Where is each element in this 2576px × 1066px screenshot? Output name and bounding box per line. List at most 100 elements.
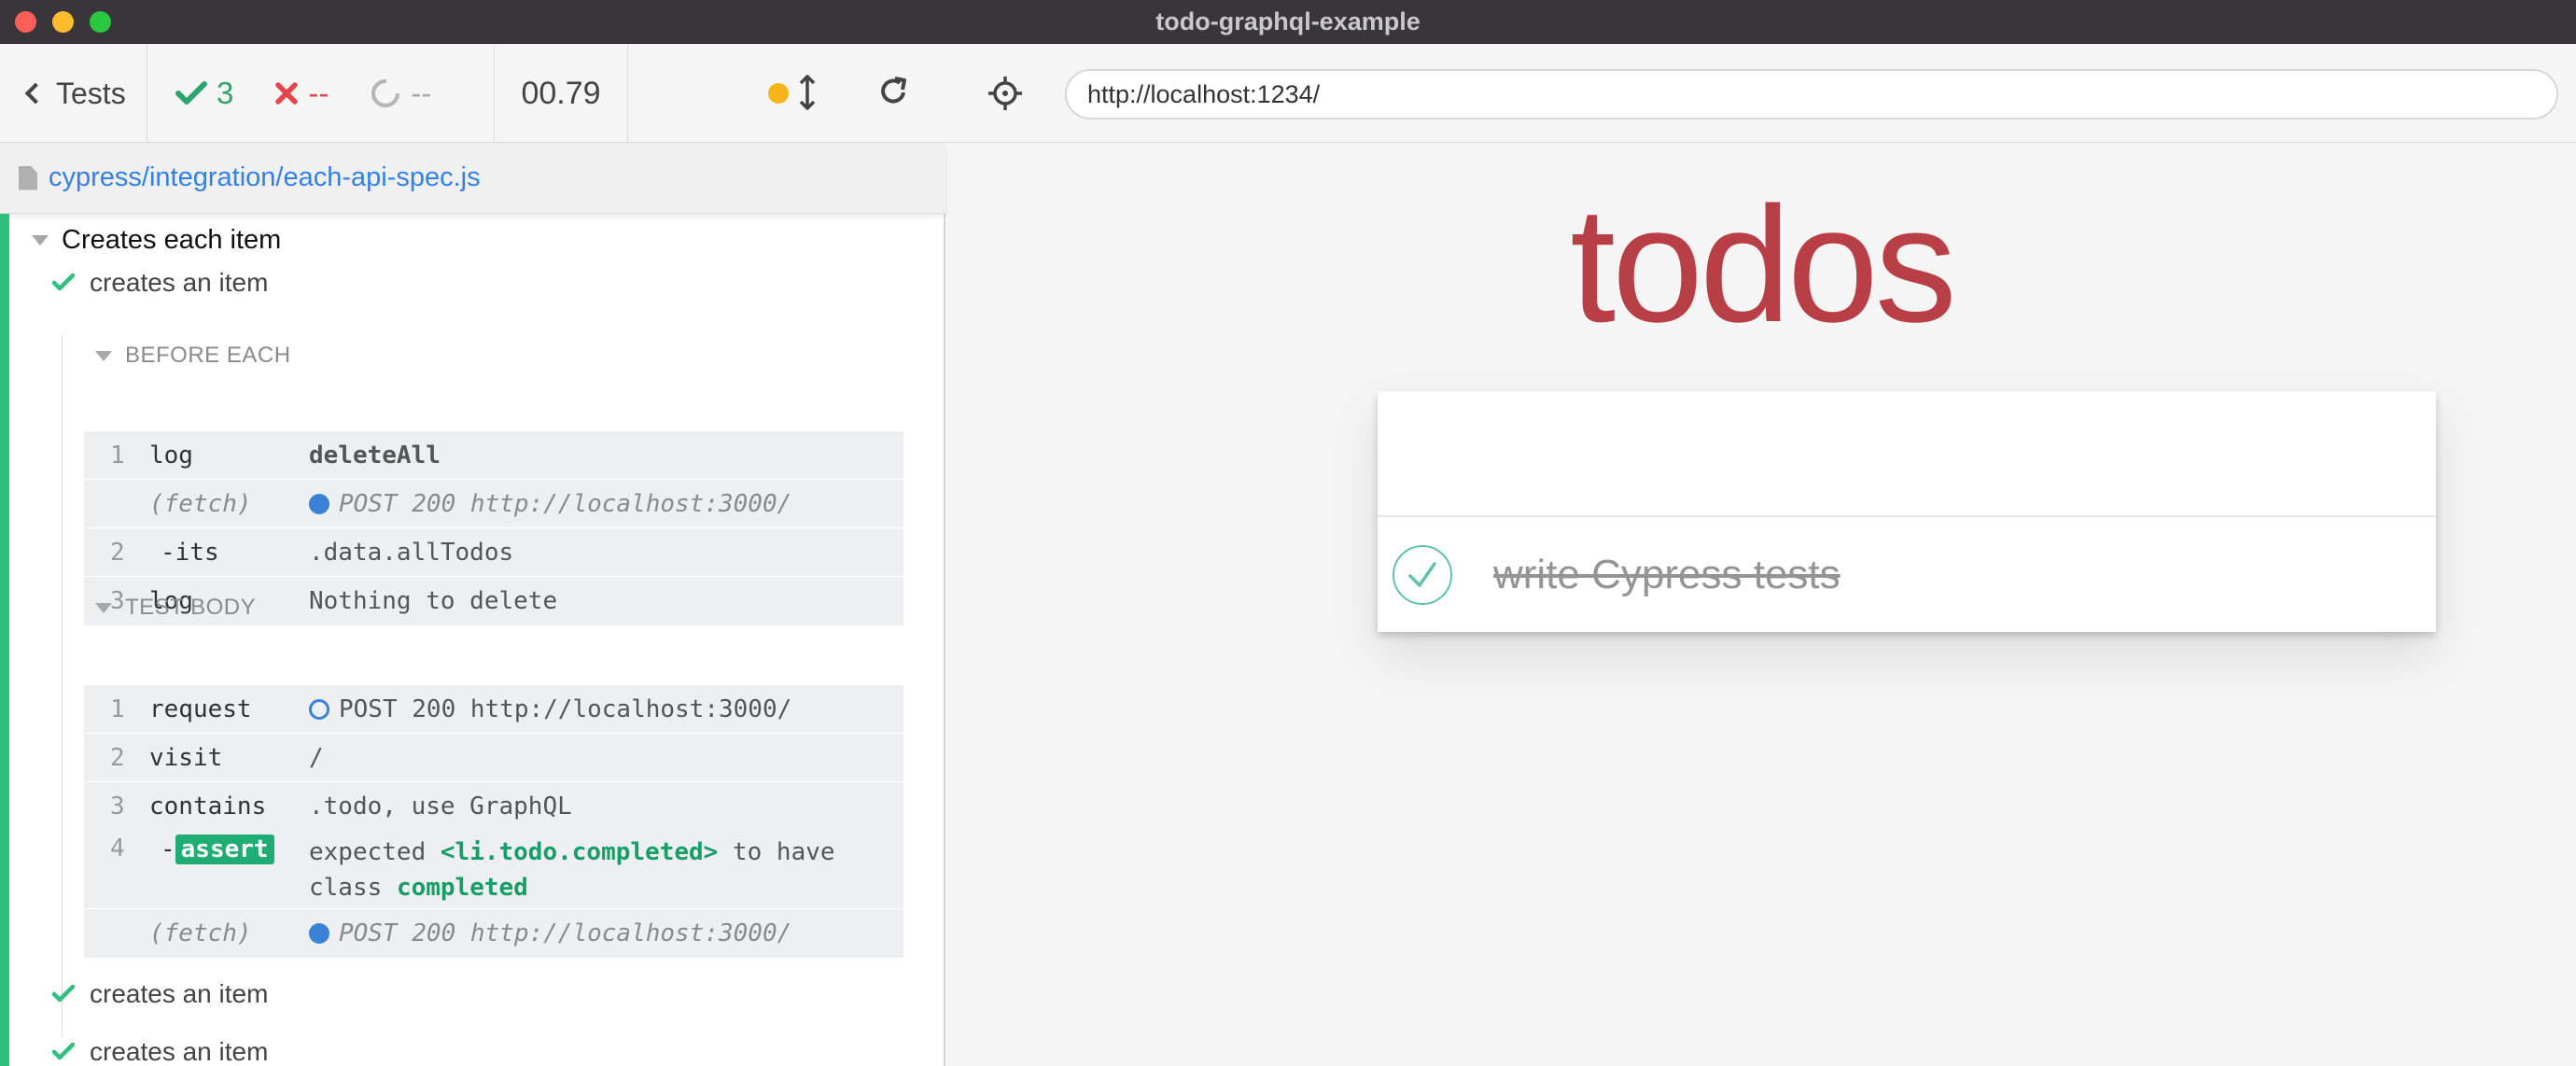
command-message: Nothing to delete — [309, 587, 558, 615]
rerun-icon[interactable] — [876, 75, 910, 108]
command-name: log — [149, 442, 193, 470]
command-row[interactable]: 2 -its .data.allTodos — [84, 528, 903, 577]
pending-count: -- — [411, 76, 432, 110]
assert-text: class — [309, 874, 383, 902]
todo-app: write Cypress tests — [1378, 391, 2436, 632]
selector-playground-icon[interactable] — [987, 75, 1024, 112]
test-stats: 3 -- -- — [147, 44, 495, 143]
x-icon — [275, 82, 299, 105]
check-icon — [52, 274, 75, 291]
test-body-commands: 1 request POST 200 http://localhost:3000… — [84, 685, 903, 958]
command-group: 3 contains .todo, use GraphQL 4 - assert … — [84, 782, 903, 909]
hook-label: BEFORE EACH — [125, 343, 291, 368]
request-icon — [309, 699, 329, 720]
assert-text: to have — [732, 838, 835, 866]
command-name: (fetch) — [149, 490, 252, 518]
collapse-triangle-icon — [95, 350, 112, 361]
command-message: expected <li.todo.completed> to have clas… — [309, 835, 888, 905]
command-name: visit — [149, 744, 223, 772]
assert-text: expected — [309, 838, 427, 866]
command-name: - assert — [161, 835, 274, 864]
aut-header: http://localhost:1234/ — [945, 44, 2576, 143]
assert-subject: <li.todo.completed> — [440, 838, 719, 866]
command-row[interactable]: 2 visit / — [84, 734, 903, 782]
command-row[interactable]: 4 - assert expected <li.todo.completed> t… — [84, 825, 903, 909]
command-number: 1 — [110, 442, 125, 470]
title-bar: todo-graphql-example — [0, 0, 2576, 44]
command-row[interactable]: 3 contains .todo, use GraphQL — [84, 782, 903, 831]
spinner-icon — [371, 79, 400, 107]
command-row[interactable]: 1 request POST 200 http://localhost:3000… — [84, 685, 903, 734]
new-todo-input[interactable] — [1378, 391, 2436, 517]
hook-divider — [62, 335, 63, 1037]
command-message-text: POST 200 http://localhost:3000/ — [339, 490, 792, 518]
command-message-text: POST 200 http://localhost:3000/ — [339, 919, 792, 947]
duration: 00.79 — [495, 44, 628, 143]
check-icon — [52, 985, 75, 1003]
collapse-triangle-icon — [95, 602, 112, 613]
command-message: POST 200 http://localhost:3000/ — [309, 480, 791, 528]
reporter-body: Creates each item creates an item BEFORE… — [0, 214, 945, 1066]
file-icon — [19, 165, 37, 190]
command-row[interactable]: (fetch) POST 200 http://localhost:3000/ — [84, 909, 903, 958]
spec-file-bar: cypress/integration/each-api-spec.js — [0, 143, 945, 214]
collapse-triangle-icon — [32, 235, 49, 245]
request-complete-icon — [309, 494, 329, 514]
command-number: 1 — [110, 695, 125, 723]
test-reporter: Tests 3 -- -- 00.79 cypress/integration/… — [0, 44, 945, 1066]
check-icon — [175, 81, 207, 105]
test-title: creates an item — [90, 979, 269, 1008]
test-item[interactable]: creates an item — [52, 979, 268, 1009]
command-number: 4 — [110, 835, 125, 863]
todo-item[interactable]: write Cypress tests — [1378, 518, 2436, 632]
assert-value: completed — [396, 874, 528, 902]
command-name: contains — [149, 792, 267, 821]
command-number: 3 — [110, 792, 125, 821]
command-name: (fetch) — [149, 919, 252, 947]
todos-heading: todos — [1570, 174, 1957, 357]
command-message: .data.allTodos — [309, 539, 514, 567]
tests-button[interactable]: Tests — [0, 44, 147, 143]
failed-count: -- — [308, 76, 329, 110]
test-title: creates an item — [90, 268, 269, 297]
app-under-test: todos write Cypress tests — [947, 143, 2576, 1066]
command-message: .todo, use GraphQL — [309, 792, 572, 821]
pending-stat: -- — [370, 76, 431, 111]
command-message: / — [309, 744, 324, 772]
command-row[interactable]: (fetch) POST 200 http://localhost:3000/ — [84, 480, 903, 528]
todo-toggle-checkbox[interactable] — [1393, 545, 1452, 605]
app-window: todo-graphql-example Tests 3 -- -- 00.79… — [0, 0, 2576, 1066]
command-number: 2 — [110, 539, 125, 567]
window-title: todo-graphql-example — [1155, 7, 1421, 35]
command-message: POST 200 http://localhost:3000/ — [309, 909, 791, 958]
chevron-left-icon — [24, 82, 47, 105]
test-title: creates an item — [90, 1037, 269, 1066]
auto-scroll-toggle-icon[interactable] — [798, 74, 817, 111]
suite-label: Creates each item — [62, 225, 282, 255]
hook-before-each[interactable]: BEFORE EACH — [95, 343, 291, 369]
request-complete-icon — [309, 923, 329, 944]
url-bar[interactable]: http://localhost:1234/ — [1065, 69, 2558, 119]
command-message-text: POST 200 http://localhost:3000/ — [339, 695, 792, 723]
check-icon — [52, 1043, 75, 1060]
reporter-controls — [628, 44, 945, 143]
command-name: -its — [161, 539, 219, 567]
command-name: request — [149, 695, 252, 723]
test-item[interactable]: creates an item — [52, 1037, 268, 1066]
failed-stat: -- — [274, 76, 329, 111]
spec-file-link[interactable]: cypress/integration/each-api-spec.js — [49, 162, 481, 193]
suite-title[interactable]: Creates each item — [32, 225, 281, 256]
url-text: http://localhost:1234/ — [1087, 79, 1321, 108]
command-row[interactable]: 1 log deleteAll — [84, 431, 903, 480]
test-item[interactable]: creates an item — [52, 268, 268, 298]
passed-count: 3 — [217, 76, 234, 110]
tests-label: Tests — [56, 76, 126, 110]
suite-status-rail — [0, 214, 9, 1066]
todo-label: write Cypress tests — [1493, 552, 1841, 597]
assert-badge: assert — [175, 835, 274, 864]
hook-label: TEST BODY — [125, 595, 257, 620]
hook-test-body[interactable]: TEST BODY — [95, 595, 256, 621]
reporter-header: Tests 3 -- -- 00.79 — [0, 44, 945, 143]
passed-stat: 3 — [175, 76, 233, 111]
command-message: deleteAll — [309, 442, 441, 470]
